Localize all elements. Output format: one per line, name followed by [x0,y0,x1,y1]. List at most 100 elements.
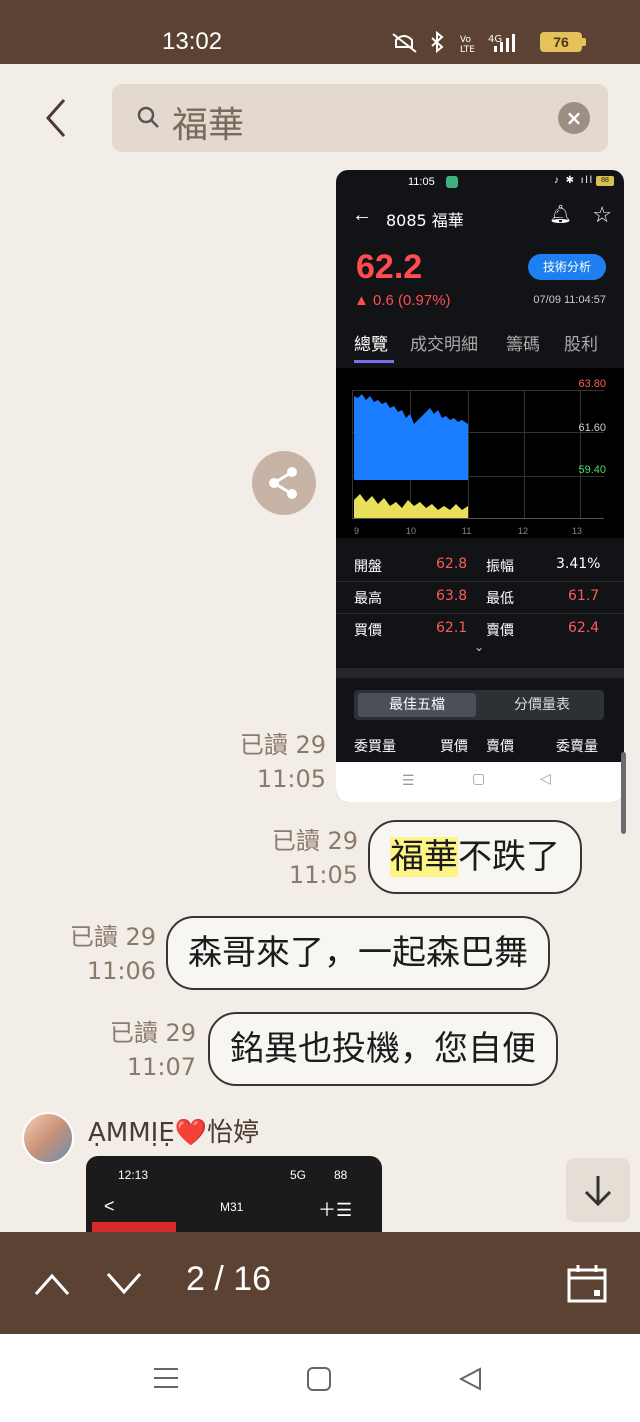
message-text: 銘異也投機，您自便 [230,1029,536,1069]
screenshot-header: ← 8085 福華 🔔︎ ☆ [336,200,624,234]
back-arrow-icon[interactable] [38,96,78,140]
screenshot-nav-bar: ☰ ▢ ◁ [336,762,624,802]
search-highlight: 福華 [390,837,458,877]
search-field[interactable]: 福華 × [112,84,608,152]
read-count: 已讀 29 [239,731,326,759]
message-bubble[interactable]: 森哥來了，一起森巴舞 [166,916,550,990]
battery-tip [582,38,586,46]
message-bubble[interactable]: 福華不跌了 [368,820,582,894]
stock-tabs: 總覽 成交明細 籌碼 股利 [354,330,624,366]
preview-title: M31 [220,1200,244,1214]
tab-dividend: 股利 [564,335,598,355]
search-icon [137,106,159,128]
mute-icon [392,33,417,53]
screenshot-status-icons: ♪ ✱ ıll [553,175,594,186]
stock-price: 62.2 [356,248,423,286]
preview-battery: 88 [334,1168,348,1182]
quote-table: 開盤 62.8 振幅 3.41% 最高 63.8 最低 61.7 買價 62.1… [336,552,624,652]
previous-result-button[interactable] [32,1266,72,1300]
preview-back-icon: < [104,1196,115,1216]
search-navigation-bar: 2 / 16 [0,1232,640,1334]
message-time: 11:05 [288,861,358,889]
quote-row: 最高 63.8 最低 61.7 [336,584,624,614]
message-bubble[interactable]: 銘異也投機，您自便 [208,1012,558,1086]
x-label: 10 [406,526,417,536]
col-bid: 買價 [440,739,468,755]
search-query[interactable]: 福華 [172,96,244,148]
star-icon: ☆ [592,202,612,227]
read-receipt: 已讀 29 11:05 [272,824,358,892]
avatar[interactable] [22,1112,74,1164]
col-ask-volume: 委賣量 [556,739,598,755]
image-message-preview[interactable]: 12:13 5G 88 < M31 ＋☰ [86,1156,382,1236]
read-count: 已讀 29 [109,1019,196,1047]
preview-signal: 5G [290,1168,307,1182]
notification-dot-icon [446,176,458,188]
result-counter: 2 / 16 [186,1260,272,1298]
active-tab-underline [354,360,394,363]
volte-icon: Vo [460,35,471,45]
home-icon: ▢ [472,770,486,786]
menu-icon: ☰ [402,772,415,788]
status-bar: 13:02 Vo LTE 4G 76 [0,0,640,64]
screenshot-back-icon: ← [352,204,372,226]
divider [336,668,624,678]
shared-stock-screenshot[interactable]: 11:05 ♪ ✱ ıll 88 ← 8085 福華 🔔︎ ☆ 62.2 ▲ 0… [336,170,624,802]
segment-price-volume: 分價量表 [514,697,570,713]
read-receipt: 已讀 29 11:06 [70,920,156,988]
segment-best-five: 最佳五檔 [358,693,476,717]
screenshot-time: 11:05 [408,176,435,188]
stock-change: ▲ 0.6 (0.97%) [354,292,451,309]
stock-datetime: 07/09 11:04:57 [533,294,606,306]
preview-time: 12:13 [118,1168,149,1182]
price-level-mid: 61.60 [578,422,606,434]
home-button[interactable] [306,1366,332,1392]
segmented-control: 最佳五檔 分價量表 [354,690,604,720]
col-ask: 賣價 [486,739,514,755]
col-bid-volume: 委買量 [354,739,396,755]
tab-chips: 籌碼 [506,335,540,355]
tab-overview: 總覽 [354,335,388,355]
arrow-down-icon [584,1176,612,1207]
intraday-chart: 63.80 61.60 59.40 9 10 11 12 13 [336,368,624,538]
stock-title: 8085 福華 [386,211,464,230]
expand-chevron-icon: ⌄ [474,640,485,654]
message-time: 11:07 [126,1053,196,1081]
x-label: 11 [462,526,472,536]
scroll-to-bottom-button[interactable] [566,1158,630,1222]
system-nav-bar [0,1334,640,1422]
share-icon [269,467,297,499]
x-label: 9 [354,526,360,536]
x-label: 12 [518,526,529,536]
recent-apps-button[interactable] [152,1364,180,1392]
tech-analysis-button: 技術分析 [528,254,606,280]
read-count: 已讀 29 [69,923,156,951]
screenshot-battery: 88 [596,176,614,186]
back-button[interactable] [458,1366,484,1392]
bell-icon: 🔔︎ [549,204,572,224]
message-time: 11:06 [86,957,156,985]
share-button[interactable] [252,451,316,515]
read-count: 已讀 29 [271,827,358,855]
scrollbar[interactable] [621,752,626,834]
clear-search-button[interactable]: × [558,102,590,134]
x-label: 13 [572,526,583,536]
next-result-button[interactable] [104,1266,144,1300]
battery-indicator: 76 [540,32,582,52]
quote-row: 開盤 62.8 振幅 3.41% [336,552,624,582]
back-icon: ◁ [540,770,551,786]
message-text: 森哥來了，一起森巴舞 [188,933,528,973]
message-time: 11:05 [256,765,326,793]
price-area [354,394,468,518]
message-text: 不跌了 [458,837,560,877]
calendar-icon[interactable] [566,1262,608,1304]
read-receipt: 已讀 29 11:05 [240,728,326,796]
svg-text:LTE: LTE [460,45,475,55]
price-level-low: 59.40 [578,464,606,476]
status-time: 13:02 [162,28,223,55]
bluetooth-icon [431,30,444,54]
preview-menu-icon: ＋☰ [318,1200,353,1220]
sender-name: ẠMMỊẸ❤️怡婷 [88,1118,260,1148]
read-receipt: 已讀 29 11:07 [110,1016,196,1084]
tab-trade-details: 成交明細 [410,335,478,355]
